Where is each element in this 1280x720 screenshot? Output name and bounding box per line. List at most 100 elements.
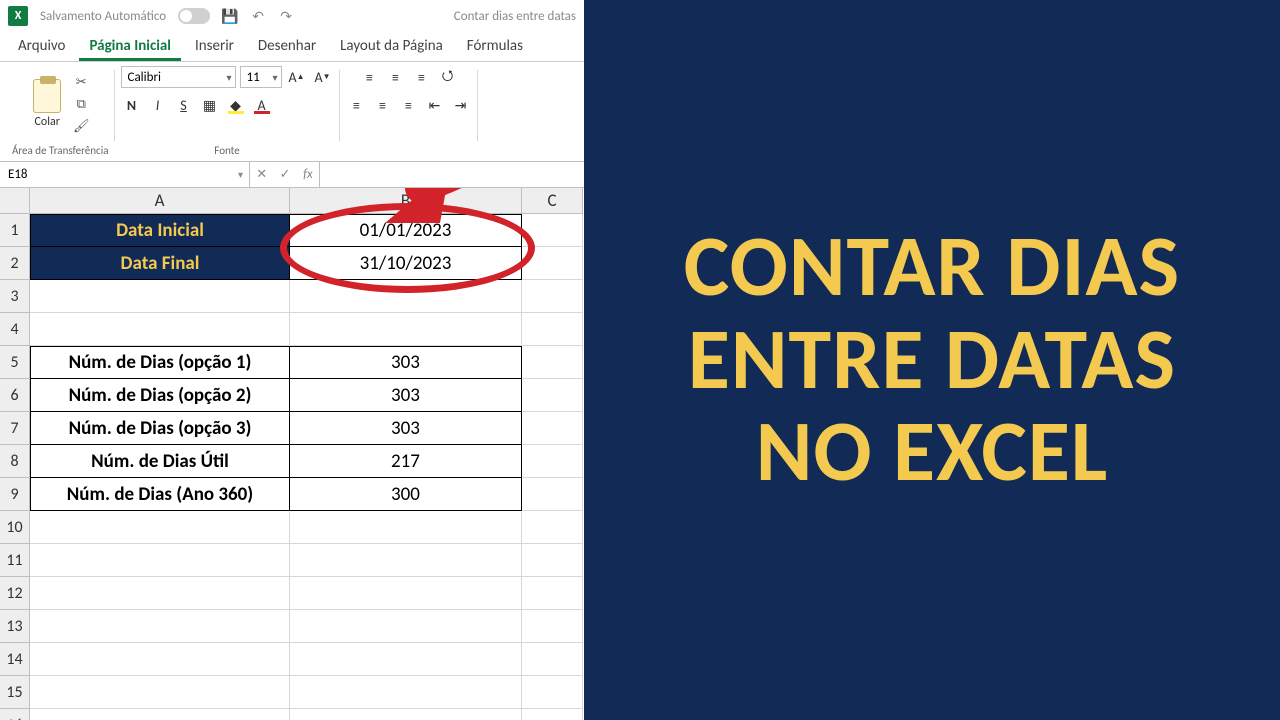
paste-button[interactable]: Colar	[29, 79, 65, 129]
cell-A6[interactable]: Núm. de Dias (opção 2)	[30, 379, 290, 412]
cell-A8[interactable]: Núm. de Dias Útil	[30, 445, 290, 478]
cell-C5[interactable]	[522, 346, 583, 379]
cell-A10[interactable]	[30, 511, 290, 544]
cell-C4[interactable]	[522, 313, 583, 346]
cell-C14[interactable]	[522, 643, 583, 676]
tab-pagina-inicial[interactable]: Página Inicial	[79, 33, 181, 61]
cell-A7[interactable]: Núm. de Dias (opção 3)	[30, 412, 290, 445]
row-header[interactable]: 12	[0, 577, 30, 610]
italic-button[interactable]: I	[147, 94, 169, 116]
cell-C11[interactable]	[522, 544, 583, 577]
cut-icon[interactable]: ✂	[71, 73, 91, 91]
cell-C13[interactable]	[522, 610, 583, 643]
spreadsheet-grid[interactable]: A B C 1 2 3 4 5 6 7 8 9 10 11 12 13 14 1…	[0, 188, 584, 720]
indent-decrease-icon[interactable]: ⇤	[424, 94, 446, 116]
cell-B13[interactable]	[290, 610, 522, 643]
col-header-A[interactable]: A	[30, 188, 290, 214]
fx-cancel-icon[interactable]: ✕	[256, 167, 267, 182]
cell-C3[interactable]	[522, 280, 583, 313]
cell-C8[interactable]	[522, 445, 583, 478]
cell-B8[interactable]: 217	[290, 445, 522, 478]
cell-B6[interactable]: 303	[290, 379, 522, 412]
cell-B1[interactable]: 01/01/2023	[290, 214, 522, 247]
cell-A16[interactable]	[30, 709, 290, 720]
orientation-icon[interactable]: ⭯	[437, 66, 459, 88]
font-size-combo[interactable]: 11	[240, 66, 282, 88]
row-header[interactable]: 8	[0, 445, 30, 478]
row-header[interactable]: 5	[0, 346, 30, 379]
row-header[interactable]: 16	[0, 709, 30, 720]
fx-confirm-icon[interactable]: ✓	[280, 167, 291, 182]
cell-C15[interactable]	[522, 676, 583, 709]
decrease-font-icon[interactable]: A▼	[312, 66, 334, 88]
cell-C12[interactable]	[522, 577, 583, 610]
row-header[interactable]: 4	[0, 313, 30, 346]
cell-B5[interactable]: 303	[290, 346, 522, 379]
font-color-icon[interactable]: A	[251, 94, 273, 116]
tab-layout[interactable]: Layout da Página	[330, 33, 453, 61]
row-header[interactable]: 14	[0, 643, 30, 676]
font-name-combo[interactable]: Calibri	[121, 66, 236, 88]
align-right-icon[interactable]: ≡	[398, 94, 420, 116]
col-header-B[interactable]: B	[290, 188, 522, 214]
align-top-icon[interactable]: ≡	[359, 66, 381, 88]
name-box[interactable]: E18	[0, 162, 250, 187]
cell-A1[interactable]: Data Inicial	[30, 214, 290, 247]
cell-B7[interactable]: 303	[290, 412, 522, 445]
fill-color-icon[interactable]: ◆	[225, 94, 247, 116]
cell-C10[interactable]	[522, 511, 583, 544]
cell-B15[interactable]	[290, 676, 522, 709]
fx-icon[interactable]: fx	[303, 167, 313, 182]
cell-B12[interactable]	[290, 577, 522, 610]
align-center-icon[interactable]: ≡	[372, 94, 394, 116]
cell-A3[interactable]	[30, 280, 290, 313]
redo-icon[interactable]: ↷	[278, 8, 294, 24]
row-header[interactable]: 3	[0, 280, 30, 313]
align-bottom-icon[interactable]: ≡	[411, 66, 433, 88]
save-icon[interactable]: 💾	[222, 8, 238, 24]
cell-B14[interactable]	[290, 643, 522, 676]
bold-button[interactable]: N	[121, 94, 143, 116]
cell-B2[interactable]: 31/10/2023	[290, 247, 522, 280]
undo-icon[interactable]: ↶	[250, 8, 266, 24]
cell-C16[interactable]	[522, 709, 583, 720]
indent-increase-icon[interactable]: ⇥	[450, 94, 472, 116]
row-header[interactable]: 11	[0, 544, 30, 577]
cell-A4[interactable]	[30, 313, 290, 346]
row-header[interactable]: 13	[0, 610, 30, 643]
cell-A2[interactable]: Data Final	[30, 247, 290, 280]
tab-formulas[interactable]: Fórmulas	[457, 33, 533, 61]
cell-A5[interactable]: Núm. de Dias (opção 1)	[30, 346, 290, 379]
row-header[interactable]: 2	[0, 247, 30, 280]
cell-B4[interactable]	[290, 313, 522, 346]
row-header[interactable]: 6	[0, 379, 30, 412]
autosave-toggle[interactable]	[178, 8, 210, 24]
tab-inserir[interactable]: Inserir	[185, 33, 244, 61]
cell-A12[interactable]	[30, 577, 290, 610]
col-header-C[interactable]: C	[522, 188, 583, 214]
select-all-corner[interactable]	[0, 188, 30, 214]
copy-icon[interactable]: ⧉	[71, 95, 91, 113]
formula-input[interactable]	[320, 162, 584, 187]
cell-A11[interactable]	[30, 544, 290, 577]
cell-B3[interactable]	[290, 280, 522, 313]
increase-font-icon[interactable]: A▲	[286, 66, 308, 88]
cell-B11[interactable]	[290, 544, 522, 577]
cell-B9[interactable]: 300	[290, 478, 522, 511]
underline-button[interactable]: S	[173, 94, 195, 116]
align-middle-icon[interactable]: ≡	[385, 66, 407, 88]
row-header[interactable]: 1	[0, 214, 30, 247]
row-header[interactable]: 7	[0, 412, 30, 445]
cell-C2[interactable]	[522, 247, 583, 280]
tab-desenhar[interactable]: Desenhar	[248, 33, 326, 61]
cell-C1[interactable]	[522, 214, 583, 247]
borders-icon[interactable]: ▦	[199, 94, 221, 116]
cell-A13[interactable]	[30, 610, 290, 643]
cell-A14[interactable]	[30, 643, 290, 676]
row-header[interactable]: 10	[0, 511, 30, 544]
row-header[interactable]: 9	[0, 478, 30, 511]
align-left-icon[interactable]: ≡	[346, 94, 368, 116]
cell-C9[interactable]	[522, 478, 583, 511]
cell-A9[interactable]: Núm. de Dias (Ano 360)	[30, 478, 290, 511]
row-header[interactable]: 15	[0, 676, 30, 709]
